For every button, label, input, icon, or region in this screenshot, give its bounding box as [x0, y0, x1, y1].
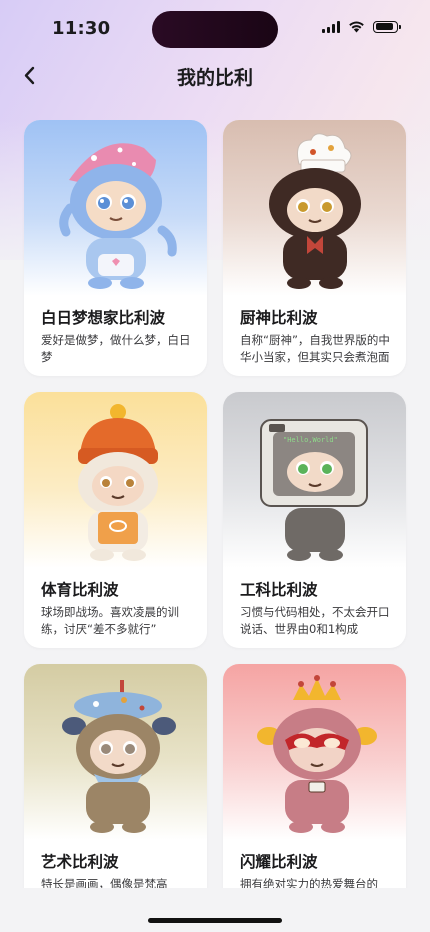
- wifi-icon: [349, 21, 364, 33]
- character-card-daydreamer[interactable]: 白日梦想家比利波 爱好是做梦，做什么梦，白日梦: [24, 120, 207, 376]
- star-illustration: [257, 675, 377, 833]
- daydreamer-illustration: [59, 143, 177, 289]
- character-name: 艺术比利波: [41, 853, 119, 871]
- character-card-engineer[interactable]: "Hello,World" 工科比利波 习惯与代码相处，不太会开口说话、世界由0…: [223, 392, 406, 648]
- character-name: 体育比利波: [41, 581, 119, 599]
- character-description: 球场即战场。喜欢凌晨的训练，讨厌“差不多就行”: [41, 605, 179, 636]
- character-name: 白日梦想家比利波: [41, 309, 166, 327]
- artist-illustration: [62, 680, 176, 833]
- character-description: 爱好是做梦，做什么梦，白日梦: [41, 333, 191, 364]
- character-description: 拥有绝对实力的热爱舞台的: [240, 877, 378, 888]
- character-name: 工科比利波: [240, 581, 318, 599]
- svg-text:"Hello,World": "Hello,World": [283, 436, 338, 444]
- status-icons: [322, 20, 401, 33]
- engineer-illustration: "Hello,World": [260, 419, 368, 561]
- page-title: 我的比利: [176, 67, 253, 89]
- character-description: 特长是画画，偶像是梵高: [41, 877, 168, 888]
- character-description: 自称“厨神”，自我世界版的中华小当家，但其实只会煮泡面: [240, 333, 390, 364]
- character-card-artist[interactable]: 艺术比利波 特长是画画，偶像是梵高: [24, 664, 207, 888]
- character-description: 习惯与代码相处，不太会开口说话、世界由0和1构成: [240, 605, 390, 636]
- dynamic-island: [152, 11, 278, 48]
- navigation-bar: 我的比利: [0, 55, 430, 95]
- status-time: 11:30: [52, 18, 111, 39]
- character-card-star[interactable]: 闪耀比利波 拥有绝对实力的热爱舞台的: [223, 664, 406, 888]
- chef-illustration: [269, 133, 361, 289]
- sports-illustration: [78, 404, 158, 561]
- battery-icon: [373, 20, 401, 33]
- character-card-chef[interactable]: 厨神比利波 自称“厨神”，自我世界版的中华小当家，但其实只会煮泡面: [223, 120, 406, 376]
- character-name: 厨神比利波: [240, 309, 318, 327]
- signal-icon: [322, 20, 340, 33]
- character-name: 闪耀比利波: [240, 853, 318, 871]
- home-indicator[interactable]: [148, 918, 282, 923]
- character-grid: 白日梦想家比利波 爱好是做梦，做什么梦，白日梦 厨神比利波 自称“厨神”，自我世…: [0, 120, 430, 888]
- character-card-sports[interactable]: 体育比利波 球场即战场。喜欢凌晨的训练，讨厌“差不多就行”: [24, 392, 207, 648]
- status-bar: 11:30: [0, 0, 430, 60]
